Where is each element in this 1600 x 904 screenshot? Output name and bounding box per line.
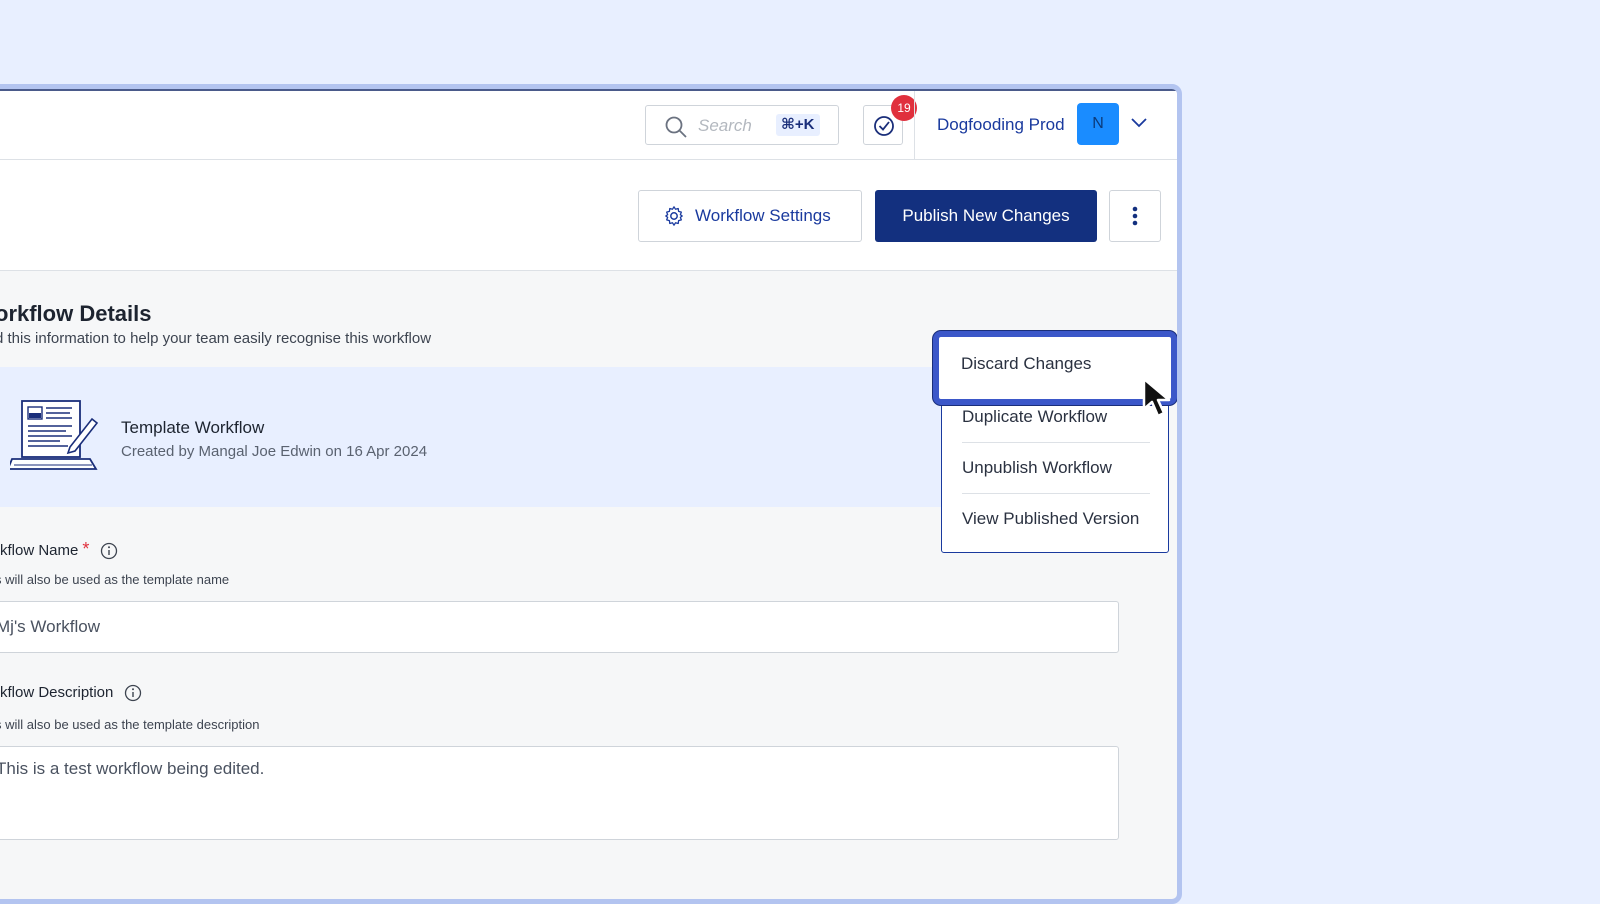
chevron-down-icon[interactable] bbox=[1130, 117, 1148, 129]
more-options-button[interactable] bbox=[1109, 190, 1161, 242]
template-name: Template Workflow bbox=[121, 418, 265, 437]
kebab-menu-icon bbox=[1132, 206, 1138, 226]
search-shortcut: ⌘+K bbox=[776, 114, 820, 136]
menu-item-unpublish-workflow[interactable]: Unpublish Workflow bbox=[962, 458, 1112, 478]
search-placeholder: Search bbox=[698, 116, 752, 135]
discard-changes-label: Discard Changes bbox=[961, 354, 1092, 373]
publish-new-changes-button[interactable]: Publish New Changes bbox=[875, 190, 1097, 242]
mouse-cursor-icon bbox=[1142, 377, 1171, 418]
section-title: orkflow Details bbox=[0, 301, 152, 326]
workflow-description-textarea[interactable]: This is a test workflow being edited. bbox=[0, 746, 1119, 840]
search-icon bbox=[665, 116, 687, 138]
workflow-name-label: rkflow Name * bbox=[0, 539, 118, 560]
app-window: Search ⌘+K 19 Dogfooding Prod N Workflow… bbox=[0, 84, 1182, 904]
template-meta: Created by Mangal Joe Edwin on 16 Apr 20… bbox=[121, 443, 428, 460]
workflow-settings-label: Workflow Settings bbox=[695, 206, 831, 225]
org-name[interactable]: Dogfooding Prod bbox=[937, 115, 1065, 135]
laptop-document-illustration-icon bbox=[10, 400, 99, 470]
gear-icon bbox=[665, 206, 683, 226]
info-icon[interactable] bbox=[124, 684, 142, 702]
top-navbar: Search ⌘+K 19 Dogfooding Prod N bbox=[0, 91, 1177, 160]
workflow-name-input[interactable]: Mj's Workflow bbox=[0, 601, 1119, 653]
workflow-settings-button[interactable]: Workflow Settings bbox=[638, 190, 862, 242]
workflow-description-label: rkflow Description bbox=[0, 684, 142, 702]
avatar[interactable]: N bbox=[1077, 103, 1119, 145]
section-subtitle: d this information to help your team eas… bbox=[0, 330, 432, 347]
menu-divider bbox=[962, 442, 1150, 443]
workflow-name-label-text: rkflow Name bbox=[0, 542, 79, 559]
menu-item-view-published-version[interactable]: View Published Version bbox=[962, 509, 1139, 529]
workflow-name-help: s will also be used as the template name bbox=[0, 572, 230, 587]
info-icon[interactable] bbox=[100, 542, 118, 560]
workflow-toolbar: Workflow Settings Publish New Changes bbox=[0, 160, 1177, 271]
menu-divider bbox=[962, 493, 1150, 494]
workflow-description-help: s will also be used as the template desc… bbox=[0, 717, 260, 732]
required-marker: * bbox=[82, 539, 90, 559]
workflow-description-label-text: rkflow Description bbox=[0, 684, 114, 701]
check-circle-icon bbox=[874, 116, 894, 136]
search-box[interactable]: Search ⌘+K bbox=[645, 105, 839, 145]
header-divider bbox=[914, 91, 915, 159]
menu-item-duplicate-workflow[interactable]: Duplicate Workflow bbox=[962, 407, 1107, 427]
